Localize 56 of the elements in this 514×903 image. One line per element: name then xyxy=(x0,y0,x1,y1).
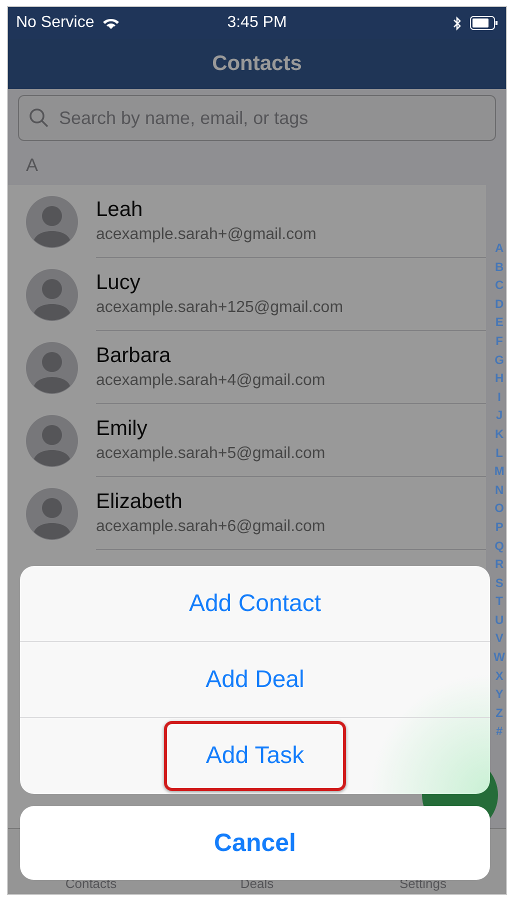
contact-email: acexample.sarah+@gmail.com xyxy=(96,226,318,244)
avatar-icon xyxy=(26,488,78,540)
search-input[interactable]: Search by name, email, or tags xyxy=(57,106,485,130)
index-letter[interactable]: F xyxy=(496,332,503,351)
index-letter[interactable]: B xyxy=(495,258,504,276)
battery-icon xyxy=(470,16,498,30)
index-letter[interactable]: O xyxy=(494,499,504,518)
index-letter[interactable]: P xyxy=(495,518,504,536)
avatar-icon xyxy=(26,268,78,320)
search-icon xyxy=(29,108,49,128)
index-letter[interactable]: C xyxy=(495,276,504,295)
action-button[interactable]: Add Task xyxy=(20,718,490,794)
clock-text: 3:45 PM xyxy=(227,14,287,32)
index-letter[interactable]: E xyxy=(495,313,504,332)
section-header: A xyxy=(26,154,38,176)
contact-name[interactable]: Emily xyxy=(96,417,486,441)
index-letter[interactable]: K xyxy=(495,424,504,444)
contact-email: acexample.sarah+5@gmail.com xyxy=(96,445,326,463)
contact-name[interactable]: Lucy xyxy=(96,271,486,295)
index-letter[interactable]: V xyxy=(495,629,504,648)
index-letter[interactable]: X xyxy=(495,666,504,686)
contact-email: acexample.sarah+6@gmail.com xyxy=(96,518,326,536)
contact-email: acexample.sarah+4@gmail.com xyxy=(96,372,326,390)
index-letter[interactable]: D xyxy=(495,294,504,314)
index-letter[interactable]: N xyxy=(495,480,504,500)
index-letter[interactable]: J xyxy=(496,406,503,425)
contact-name[interactable]: Elizabeth xyxy=(96,490,486,514)
index-letter[interactable]: U xyxy=(495,610,504,630)
index-letter[interactable]: Z xyxy=(496,704,503,722)
carrier-text: No Service xyxy=(16,14,94,32)
contact-name[interactable]: Leah xyxy=(96,198,486,222)
avatar-icon xyxy=(26,342,78,394)
search-field[interactable]: Search by name, email, or tags xyxy=(18,95,496,141)
index-letter[interactable]: T xyxy=(496,592,503,611)
avatar-icon xyxy=(26,196,78,248)
index-letter[interactable]: Y xyxy=(495,685,504,704)
index-letter[interactable]: W xyxy=(494,648,505,667)
wifi-icon xyxy=(102,16,120,30)
action-button[interactable]: Add Contact xyxy=(20,566,490,642)
index-letter[interactable]: L xyxy=(496,444,503,462)
index-letter[interactable]: G xyxy=(494,350,504,370)
index-letter[interactable]: H xyxy=(495,369,504,388)
contact-name[interactable]: Barbara xyxy=(96,344,486,368)
nav-title: Contacts xyxy=(212,52,302,76)
avatar-icon xyxy=(26,414,78,466)
index-letter[interactable]: # xyxy=(496,722,503,742)
index-letter[interactable]: Q xyxy=(494,536,504,556)
index-letter[interactable]: S xyxy=(495,574,504,592)
index-letter[interactable]: M xyxy=(494,462,504,481)
index-letter[interactable]: A xyxy=(495,239,504,258)
index-letter[interactable]: R xyxy=(495,555,504,574)
index-letter[interactable]: I xyxy=(498,388,501,406)
bluetooth-icon xyxy=(453,16,462,30)
action-button[interactable]: Add Deal xyxy=(20,642,490,718)
cancel-button[interactable]: Cancel xyxy=(20,806,490,880)
contact-email: acexample.sarah+125@gmail.com xyxy=(96,299,344,317)
